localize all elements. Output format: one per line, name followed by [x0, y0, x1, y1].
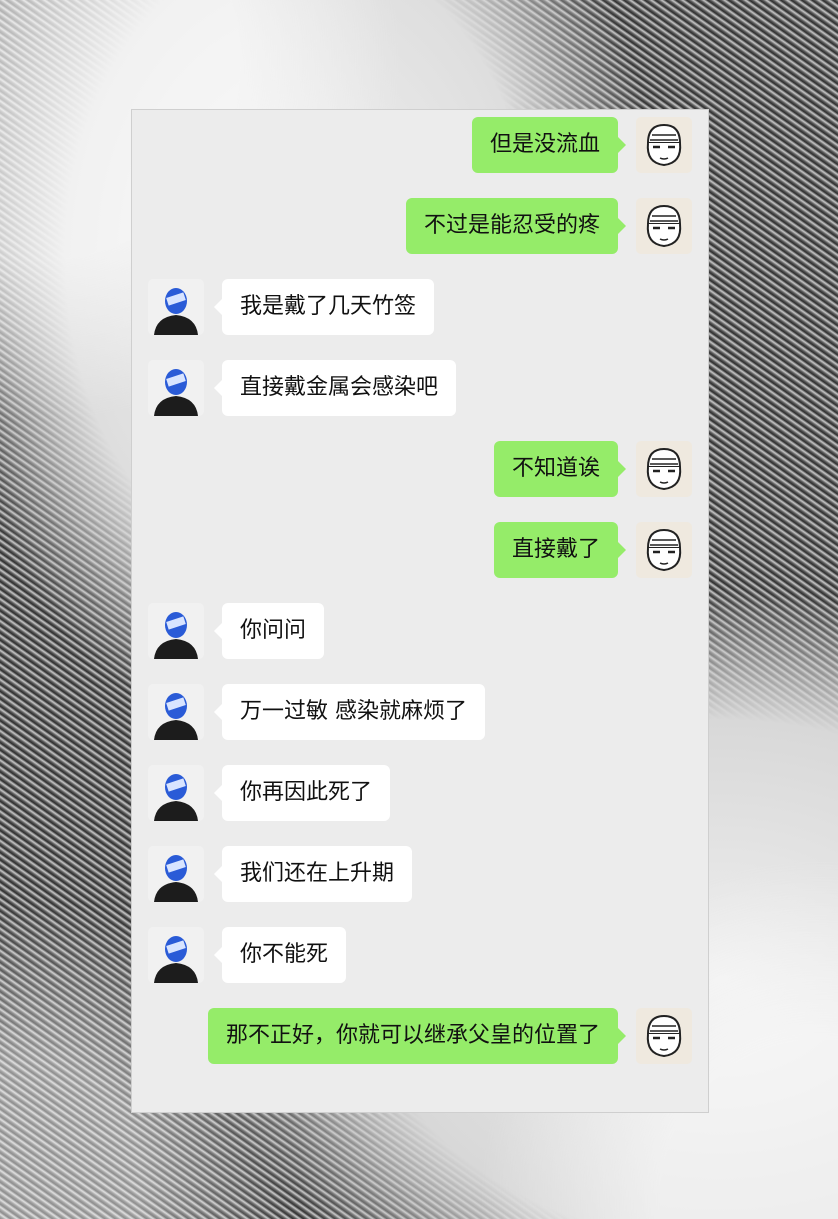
chat-message-row: 但是没流血 [132, 117, 708, 173]
cartoon-face-icon [646, 204, 682, 248]
message-bubble[interactable]: 你再因此死了 [213, 765, 391, 821]
blue-head-figure-icon [154, 693, 198, 740]
message-bubble[interactable]: 但是没流血 [471, 117, 627, 173]
chat-message-row: 不知道诶 [132, 441, 708, 497]
chat-message-row: 那不正好，你就可以继承父皇的位置了 [132, 1008, 708, 1064]
chat-message-row: 你问问 [132, 603, 708, 659]
blue-head-figure-icon [154, 855, 198, 902]
blue-head-figure-icon [154, 774, 198, 821]
message-bubble[interactable]: 直接戴金属会感染吧 [213, 360, 457, 416]
message-bubble[interactable]: 我们还在上升期 [213, 846, 413, 902]
chat-message-row: 你不能死 [132, 927, 708, 983]
chat-message-row: 不过是能忍受的疼 [132, 198, 708, 254]
cartoon-face-avatar[interactable] [636, 198, 692, 254]
cartoon-face-avatar[interactable] [636, 117, 692, 173]
blue-head-avatar[interactable] [148, 684, 204, 740]
blue-head-figure-icon [154, 612, 198, 659]
chat-window[interactable]: 但是没流血 不过是能忍受的疼 我是戴了几天竹签 直接戴金属会感染吧 不知道诶 直… [131, 109, 709, 1113]
cartoon-face-icon [646, 528, 682, 572]
message-bubble[interactable]: 万一过敏 感染就麻烦了 [214, 684, 485, 740]
blue-head-figure-icon [154, 288, 198, 335]
cartoon-face-avatar[interactable] [636, 522, 692, 578]
cartoon-face-icon [646, 1014, 682, 1058]
message-bubble[interactable]: 不知道诶 [493, 441, 627, 497]
chat-message-row: 万一过敏 感染就麻烦了 [132, 684, 708, 740]
blue-head-avatar[interactable] [148, 360, 204, 416]
blue-head-figure-icon [154, 369, 198, 416]
blue-head-avatar[interactable] [148, 279, 204, 335]
chat-message-row: 直接戴金属会感染吧 [132, 360, 708, 416]
cartoon-face-avatar[interactable] [636, 441, 692, 497]
cartoon-face-icon [646, 123, 682, 167]
message-bubble[interactable]: 直接戴了 [493, 522, 627, 578]
blue-head-avatar[interactable] [148, 846, 204, 902]
cartoon-face-avatar[interactable] [636, 1008, 692, 1064]
blue-head-figure-icon [154, 936, 198, 983]
chat-message-row: 我是戴了几天竹签 [132, 279, 708, 335]
message-bubble[interactable]: 你不能死 [213, 927, 347, 983]
cartoon-face-icon [646, 447, 682, 491]
message-bubble[interactable]: 我是戴了几天竹签 [213, 279, 435, 335]
message-bubble[interactable]: 那不正好，你就可以继承父皇的位置了 [207, 1008, 627, 1064]
chat-message-row: 你再因此死了 [132, 765, 708, 821]
blue-head-avatar[interactable] [148, 603, 204, 659]
chat-message-row: 我们还在上升期 [132, 846, 708, 902]
blue-head-avatar[interactable] [148, 765, 204, 821]
message-bubble[interactable]: 不过是能忍受的疼 [405, 198, 627, 254]
chat-message-row: 直接戴了 [132, 522, 708, 578]
message-bubble[interactable]: 你问问 [213, 603, 325, 659]
blue-head-avatar[interactable] [148, 927, 204, 983]
